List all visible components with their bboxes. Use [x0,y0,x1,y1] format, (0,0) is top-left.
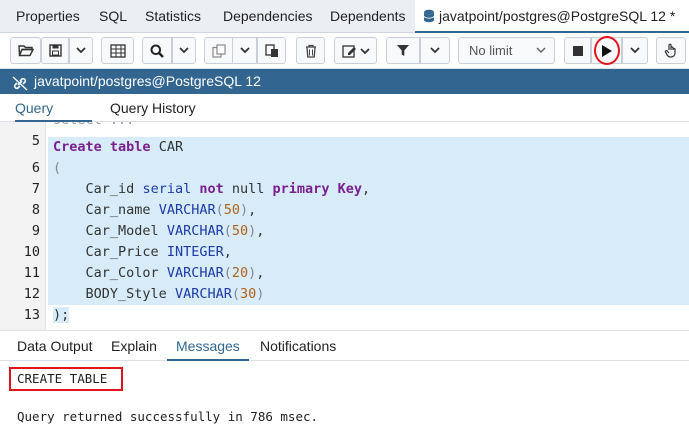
filter-icon [397,45,409,56]
folder-open-icon [17,45,34,57]
code-text: Car_Model VARCHAR(50), [48,221,689,242]
code-text: ( [48,158,689,179]
execute-highlight-circle [594,36,620,65]
code-line: 8 Car_id serial not null primary Key, [0,179,689,218]
filter-dropdown-button[interactable] [420,37,450,64]
hand-pointer-icon [664,43,676,58]
query-time-text: Query returned successfully in 786 msec. [17,409,319,424]
code-text: Car_Color VARCHAR(20), [48,263,689,284]
delete-button[interactable] [296,37,325,64]
output-tab-bar: Data Output Explain Messages Notificatio… [0,330,689,361]
connection-bar[interactable]: javatpoint/postgres@PostgreSQL 12 [0,69,689,94]
find-button[interactable] [142,37,172,64]
stop-button[interactable] [564,37,591,64]
copy-icon [211,43,226,58]
sql-editor[interactable]: 5 select ... 6 Create table CAR 7 ( 8 Ca… [0,122,689,330]
more-tools-button[interactable] [656,37,686,64]
result-status-text: CREATE TABLE [17,371,108,386]
save-button[interactable] [41,37,69,64]
tab-query-tool-label: javatpoint/postgres@PostgreSQL 12 * [439,8,676,24]
tab-dependencies[interactable]: Dependencies [223,0,313,33]
tab-sql[interactable]: SQL [99,0,127,33]
execute-dropdown-button[interactable] [622,37,648,64]
code-text: Car_Price INTEGER, [48,242,689,263]
tab-query-tool[interactable]: javatpoint/postgres@PostgreSQL 12 * [415,0,689,33]
tab-statistics[interactable]: Statistics [145,0,201,33]
chevron-down-icon [239,47,250,54]
copy-dropdown-button[interactable] [233,37,257,64]
edit-button[interactable] [334,37,377,64]
edit-icon [341,44,370,58]
find-dropdown-button[interactable] [172,37,196,64]
code-line: 10 Car_Model VARCHAR(50), [0,221,689,260]
copy-button[interactable] [204,37,233,64]
chevron-down-icon [430,47,440,54]
code-line: 6 Create table CAR [0,137,689,176]
database-icon [423,2,435,23]
tab-data-output[interactable]: Data Output [17,331,93,361]
trash-icon [305,44,316,58]
query-toolbar: No limit [0,33,689,69]
save-dropdown-button[interactable] [69,37,93,64]
code-line: 7 ( [0,158,689,197]
save-icon [48,44,62,57]
view-grid-button[interactable] [101,37,134,64]
search-icon [150,44,164,58]
tab-explain[interactable]: Explain [111,331,157,361]
code-line: 13 BODY_Style VARCHAR(30) [0,284,689,323]
code-text: BODY_Style VARCHAR(30) [48,284,689,305]
stop-icon [572,45,583,56]
code-line: 11 Car_Price INTEGER, [0,242,689,281]
tab-query-editor[interactable]: Query Editor [15,94,92,144]
top-tab-bar: Properties SQL Statistics Dependencies D… [0,0,689,33]
editor-tab-bar: Query Editor Query History [0,94,689,144]
connection-label: javatpoint/postgres@PostgreSQL 12 [34,73,261,89]
code-line: 9 Car_name VARCHAR(50), [0,200,689,239]
paste-icon [264,43,278,57]
messages-panel: CREATE TABLE Query returned successfully… [0,361,689,434]
code-text: Create table CAR [48,137,689,158]
code-text: ); [53,307,70,323]
chevron-down-icon [179,47,189,54]
filter-button[interactable] [386,37,420,64]
chevron-down-icon [536,38,546,71]
code-line: 12 Car_Color VARCHAR(20), [0,263,689,302]
chevron-down-icon [76,47,86,54]
code-text: select ... [48,122,689,131]
tab-query-history[interactable]: Query History [110,94,196,122]
table-icon [109,43,126,58]
code-text: Car_name VARCHAR(50), [48,200,689,221]
chevron-down-icon [630,47,640,54]
tab-notifications[interactable]: Notifications [260,331,336,361]
tab-messages[interactable]: Messages [167,331,249,361]
row-limit-select[interactable]: No limit [458,37,555,64]
open-file-button[interactable] [10,37,41,64]
row-limit-value: No limit [469,43,513,58]
tab-properties[interactable]: Properties [16,0,80,33]
code-line: 5 select ... [0,122,689,149]
tab-dependents[interactable]: Dependents [330,0,406,33]
code-text: Car_id serial not null primary Key, [48,179,689,200]
code-line: 14 ); [0,305,689,330]
paste-button[interactable] [257,37,286,64]
